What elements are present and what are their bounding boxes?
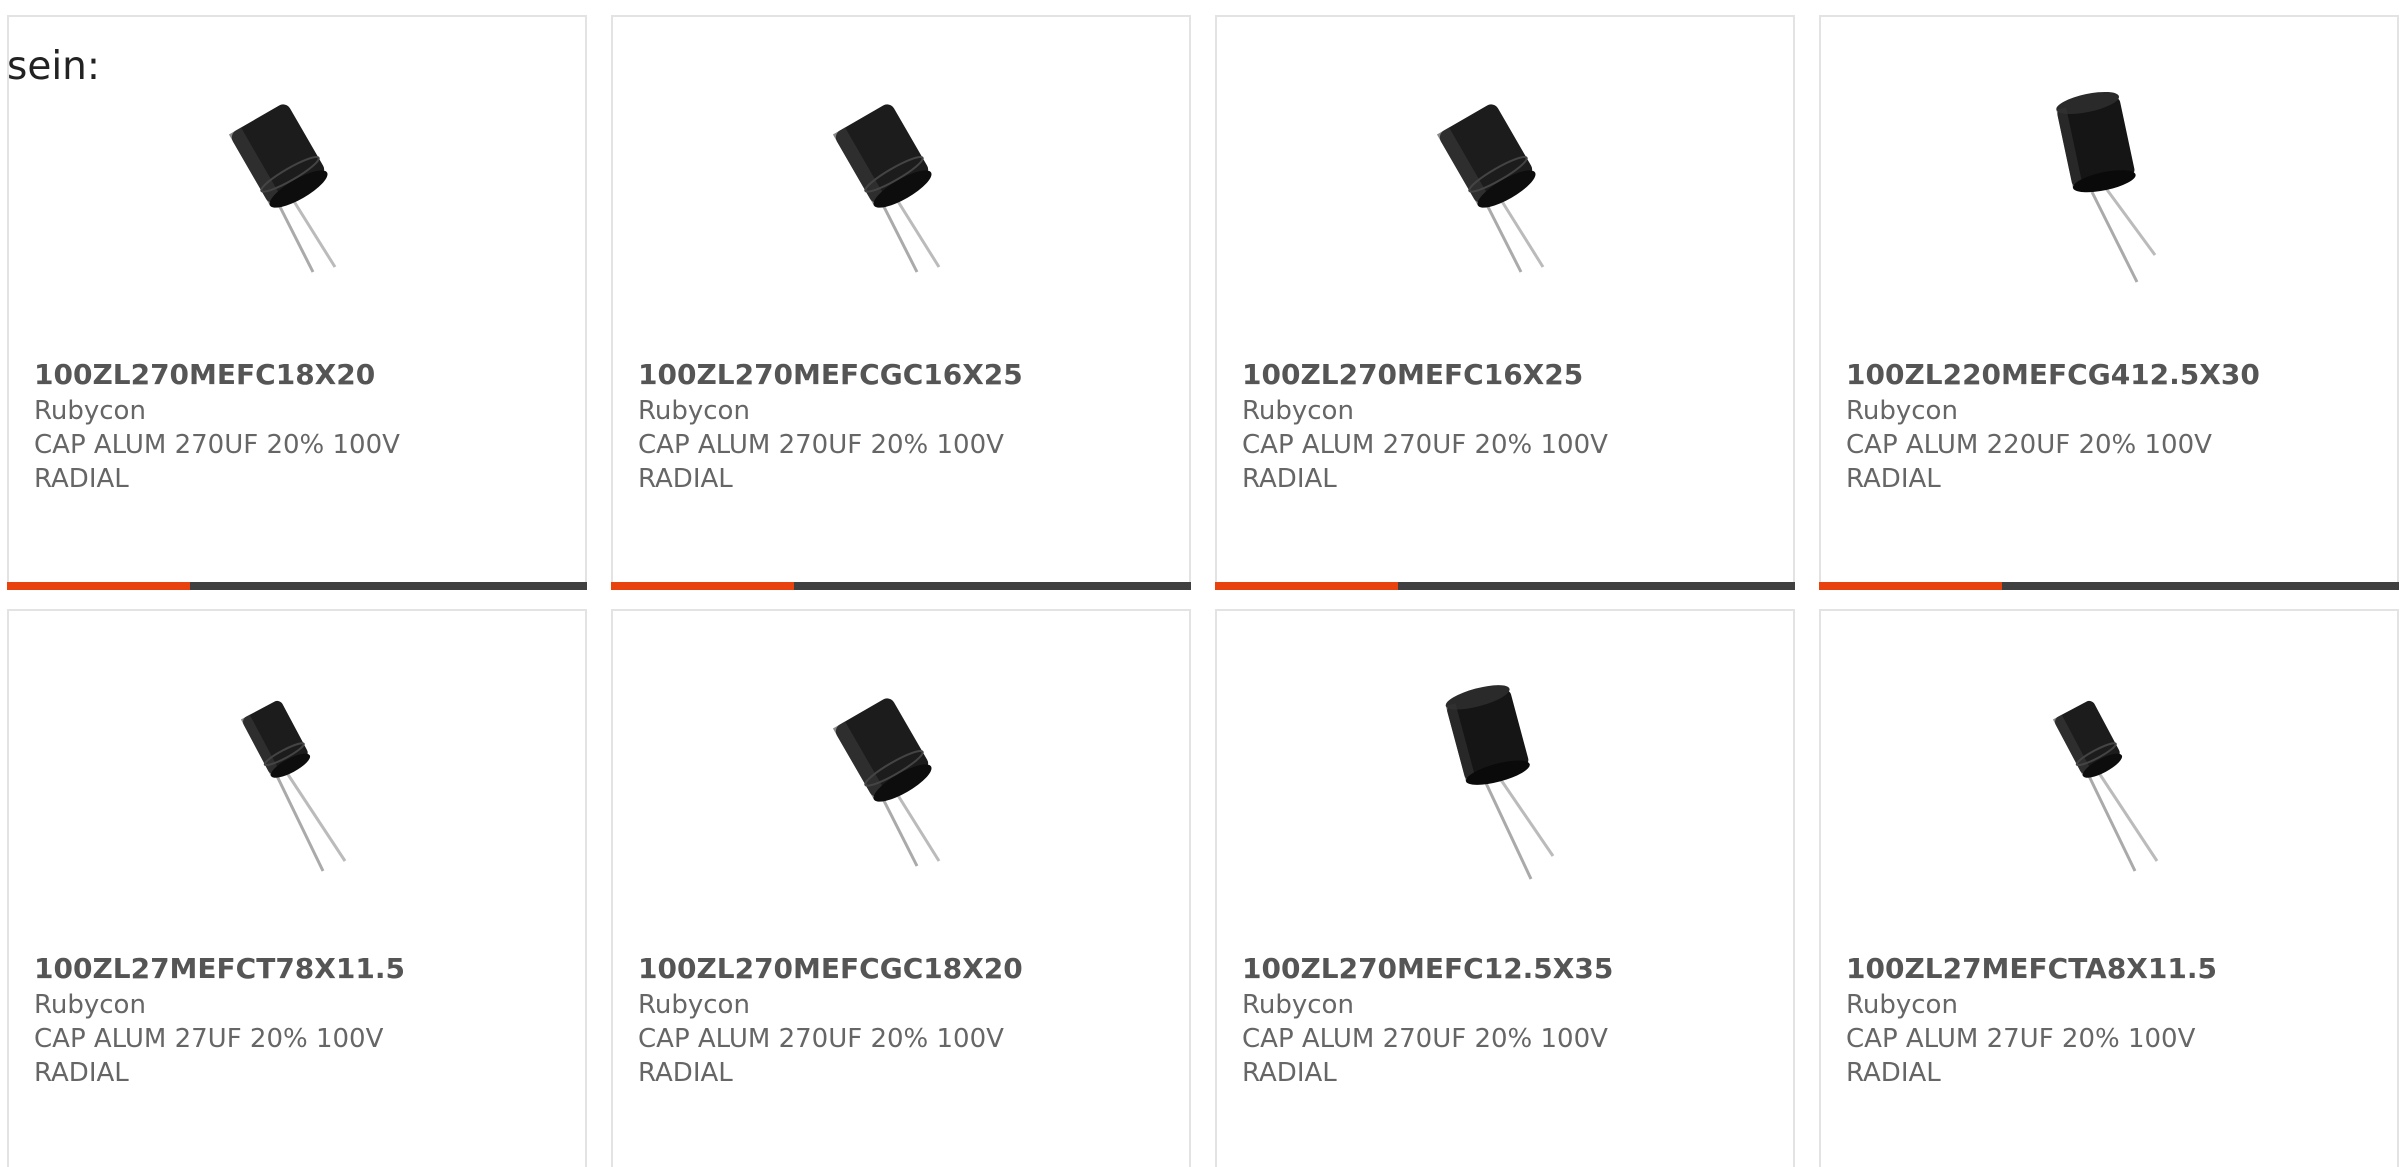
product-info: 100ZL270MEFC18X20 Rubycon CAP ALUM 270UF… — [34, 356, 554, 496]
capacitor-small-icon[interactable] — [2007, 681, 2207, 881]
capacitor-tilted-icon[interactable] — [799, 87, 999, 287]
intro-text: sein: — [7, 44, 101, 89]
part-number-link[interactable]: 100ZL270MEFC12.5X35 — [1242, 950, 1762, 988]
product-info: 100ZL270MEFCGC16X25 Rubycon CAP ALUM 270… — [638, 356, 1158, 496]
card-footer-bar — [1215, 582, 1795, 590]
capacitor-upright-icon[interactable] — [1403, 681, 1603, 881]
card-accent-bar — [7, 582, 190, 590]
manufacturer-label: Rubycon — [638, 990, 750, 1020]
part-number-link[interactable]: 100ZL270MEFC16X25 — [1242, 356, 1762, 394]
product-card[interactable]: 100ZL27MEFCTA8X11.5 Rubycon CAP ALUM 27U… — [1819, 609, 2399, 1167]
capacitor-small-icon[interactable] — [195, 681, 395, 881]
manufacturer-label: Rubycon — [1846, 990, 1958, 1020]
manufacturer-label: Rubycon — [1242, 990, 1354, 1020]
capacitor-tilted-icon[interactable] — [1403, 87, 1603, 287]
product-card[interactable]: 100ZL270MEFC12.5X35 Rubycon CAP ALUM 270… — [1215, 609, 1795, 1167]
manufacturer-label: Rubycon — [34, 990, 146, 1020]
capacitor-tilted-icon[interactable] — [195, 87, 395, 287]
description-label: CAP ALUM 270UF 20% 100V RADIAL — [34, 430, 400, 494]
product-grid: 100ZL270MEFC18X20 Rubycon CAP ALUM 270UF… — [7, 15, 2399, 1167]
description-label: CAP ALUM 270UF 20% 100V RADIAL — [638, 430, 1004, 494]
capacitor-upright-icon[interactable] — [2007, 87, 2207, 287]
product-card[interactable]: 100ZL27MEFCT78X11.5 Rubycon CAP ALUM 27U… — [7, 609, 587, 1167]
description-label: CAP ALUM 220UF 20% 100V RADIAL — [1846, 430, 2212, 494]
description-label: CAP ALUM 270UF 20% 100V RADIAL — [1242, 430, 1608, 494]
product-info: 100ZL220MEFCG412.5X30 Rubycon CAP ALUM 2… — [1846, 356, 2366, 496]
card-footer-bar — [1819, 582, 2399, 590]
product-card[interactable]: 100ZL270MEFCGC18X20 Rubycon CAP ALUM 270… — [611, 609, 1191, 1167]
product-card[interactable]: 100ZL220MEFCG412.5X30 Rubycon CAP ALUM 2… — [1819, 15, 2399, 590]
part-number-link[interactable]: 100ZL27MEFCTA8X11.5 — [1846, 950, 2366, 988]
manufacturer-label: Rubycon — [1242, 396, 1354, 426]
manufacturer-label: Rubycon — [34, 396, 146, 426]
manufacturer-label: Rubycon — [1846, 396, 1958, 426]
product-info: 100ZL27MEFCTA8X11.5 Rubycon CAP ALUM 27U… — [1846, 950, 2366, 1090]
product-info: 100ZL27MEFCT78X11.5 Rubycon CAP ALUM 27U… — [34, 950, 554, 1090]
card-accent-bar — [611, 582, 794, 590]
description-label: CAP ALUM 270UF 20% 100V RADIAL — [638, 1024, 1004, 1088]
part-number-link[interactable]: 100ZL270MEFCGC18X20 — [638, 950, 1158, 988]
product-card[interactable]: 100ZL270MEFC16X25 Rubycon CAP ALUM 270UF… — [1215, 15, 1795, 590]
card-accent-bar — [1819, 582, 2002, 590]
card-footer-bar — [611, 582, 1191, 590]
description-label: CAP ALUM 27UF 20% 100V RADIAL — [34, 1024, 384, 1088]
part-number-link[interactable]: 100ZL220MEFCG412.5X30 — [1846, 356, 2366, 394]
part-number-link[interactable]: 100ZL270MEFC18X20 — [34, 356, 554, 394]
page: sein: 100ZL270MEFC18X20 Rubycon CAP ALUM… — [0, 0, 2400, 1167]
part-number-link[interactable]: 100ZL27MEFCT78X11.5 — [34, 950, 554, 988]
card-footer-bar — [7, 582, 587, 590]
product-info: 100ZL270MEFC12.5X35 Rubycon CAP ALUM 270… — [1242, 950, 1762, 1090]
product-card[interactable]: 100ZL270MEFCGC16X25 Rubycon CAP ALUM 270… — [611, 15, 1191, 590]
product-info: 100ZL270MEFCGC18X20 Rubycon CAP ALUM 270… — [638, 950, 1158, 1090]
capacitor-tilted-icon[interactable] — [799, 681, 999, 881]
product-card[interactable]: 100ZL270MEFC18X20 Rubycon CAP ALUM 270UF… — [7, 15, 587, 590]
part-number-link[interactable]: 100ZL270MEFCGC16X25 — [638, 356, 1158, 394]
manufacturer-label: Rubycon — [638, 396, 750, 426]
card-accent-bar — [1215, 582, 1398, 590]
description-label: CAP ALUM 27UF 20% 100V RADIAL — [1846, 1024, 2196, 1088]
product-info: 100ZL270MEFC16X25 Rubycon CAP ALUM 270UF… — [1242, 356, 1762, 496]
description-label: CAP ALUM 270UF 20% 100V RADIAL — [1242, 1024, 1608, 1088]
